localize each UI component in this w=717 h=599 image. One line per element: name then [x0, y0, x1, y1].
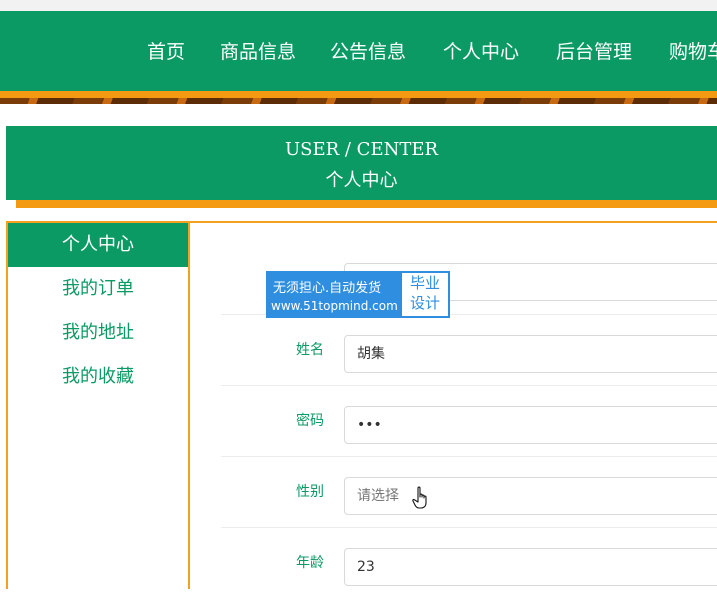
top-nav: 首页 商品信息 公告信息 个人中心 后台管理 购物车 — [0, 11, 717, 91]
page-header-accent — [16, 200, 717, 208]
banner-stripes — [0, 98, 717, 104]
sidebar-item-my-orders[interactable]: 我的订单 — [8, 267, 188, 311]
name-label: 姓名 — [296, 342, 324, 358]
nav-item-products[interactable]: 商品信息 — [220, 37, 296, 64]
age-input[interactable]: 23 — [344, 548, 717, 586]
browser-top-strip — [0, 0, 717, 11]
hand-cursor-icon — [412, 486, 427, 509]
page-header-chinese: 个人中心 — [325, 170, 398, 191]
watermark-right-line2: 设计 — [409, 294, 440, 312]
sidebar-item-my-address[interactable]: 我的地址 — [8, 311, 188, 355]
password-input[interactable]: ••• — [344, 406, 717, 444]
name-input[interactable]: 胡集 — [344, 335, 717, 373]
sidebar-item-my-favorites[interactable]: 我的收藏 — [8, 355, 188, 399]
nav-item-notices[interactable]: 公告信息 — [330, 37, 406, 64]
gender-select[interactable]: 请选择 — [344, 477, 717, 515]
page-header-english: USER / CENTER — [284, 139, 439, 160]
watermark-left: 无须担心.自动发货 www.51topmind.com — [267, 272, 401, 317]
watermark-line2: www.51topmind.com — [271, 299, 398, 313]
watermark-right: 毕业 设计 — [402, 273, 448, 316]
watermark-badge: 无须担心.自动发货 www.51topmind.com 毕业 设计 — [266, 271, 450, 318]
form-row-name: 姓名 胡集 — [221, 314, 717, 386]
sidebar-item-user-center[interactable]: 个人中心 — [8, 223, 188, 267]
age-label: 年龄 — [296, 555, 324, 571]
sidebar-item-label: 我的收藏 — [62, 366, 134, 387]
watermark-line1: 无须担心.自动发货 — [273, 281, 382, 296]
form-row-age: 年龄 23 — [221, 527, 717, 599]
form-row-password: 密码 ••• — [221, 385, 717, 457]
sidebar-item-label: 个人中心 — [62, 234, 134, 255]
form-row-gender: 性别 请选择 — [221, 456, 717, 528]
gender-placeholder: 请选择 — [357, 488, 399, 504]
page-header: USER / CENTER 个人中心 — [6, 126, 717, 200]
gender-label: 性别 — [296, 484, 324, 500]
sidebar-item-label: 我的订单 — [62, 278, 134, 299]
nav-item-home[interactable]: 首页 — [147, 37, 185, 64]
sidebar: 个人中心 我的订单 我的地址 我的收藏 — [6, 221, 190, 589]
sidebar-item-label: 我的地址 — [62, 322, 134, 343]
nav-item-admin[interactable]: 后台管理 — [556, 37, 632, 64]
watermark-right-line1: 毕业 — [409, 274, 440, 292]
nav-item-user-center[interactable]: 个人中心 — [443, 37, 519, 64]
decorative-banner — [0, 91, 717, 104]
nav-item-cart[interactable]: 购物车 — [669, 37, 717, 64]
password-label: 密码 — [296, 413, 324, 429]
